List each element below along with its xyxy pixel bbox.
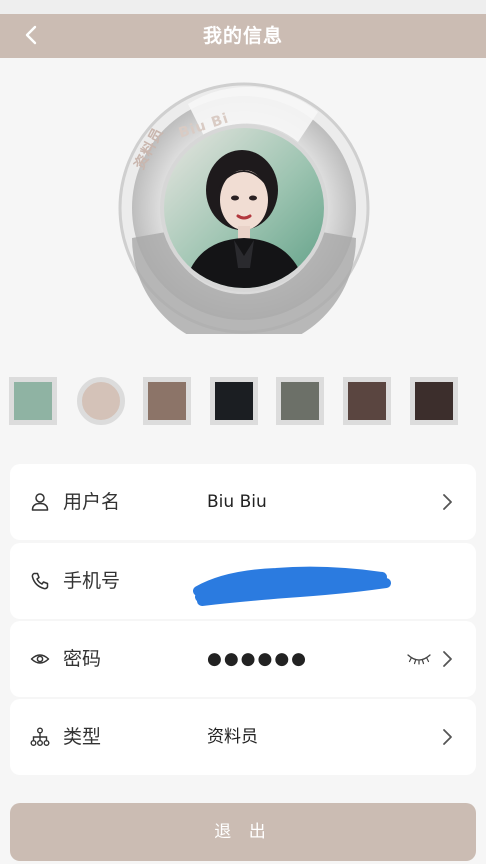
color-swatch-selected[interactable] [77,377,125,425]
type-label: 类型 [63,726,102,748]
page-title: 我的信息 [202,25,283,47]
phone-icon [31,572,49,590]
redaction-scribble [193,566,391,606]
color-swatch[interactable] [9,377,57,425]
chevron-right-icon [443,494,452,510]
type-value: 资料员 [207,727,258,747]
color-swatch[interactable] [210,377,258,425]
chevron-right-icon [443,651,452,667]
status-strip [0,0,486,14]
eye-closed-icon[interactable] [406,651,432,667]
user-icon [31,493,49,511]
avatar[interactable]: 资料员 Biu Bi [118,82,370,334]
portrait-image [164,128,324,288]
chevron-right-icon [443,729,452,745]
password-value: ●●●●●● [207,649,309,669]
color-swatch[interactable] [143,377,191,425]
phone-row[interactable]: 手机号 [10,543,476,619]
username-label: 用户名 [63,491,121,513]
username-row[interactable]: 用户名 Biu Biu [10,464,476,540]
logout-button[interactable]: 退 出 [10,803,476,861]
color-swatch[interactable] [276,377,324,425]
avatar-photo [164,128,324,288]
color-swatch[interactable] [343,377,391,425]
eye-icon [30,654,50,664]
username-value: Biu Biu [207,492,267,512]
nav-bar: 我的信息 [0,14,486,58]
org-icon [30,727,50,746]
phone-label: 手机号 [63,570,121,592]
type-row[interactable]: 类型 资料员 [10,699,476,775]
password-row[interactable]: 密码 ●●●●●● [10,621,476,697]
color-swatch[interactable] [410,377,458,425]
password-label: 密码 [63,648,102,670]
